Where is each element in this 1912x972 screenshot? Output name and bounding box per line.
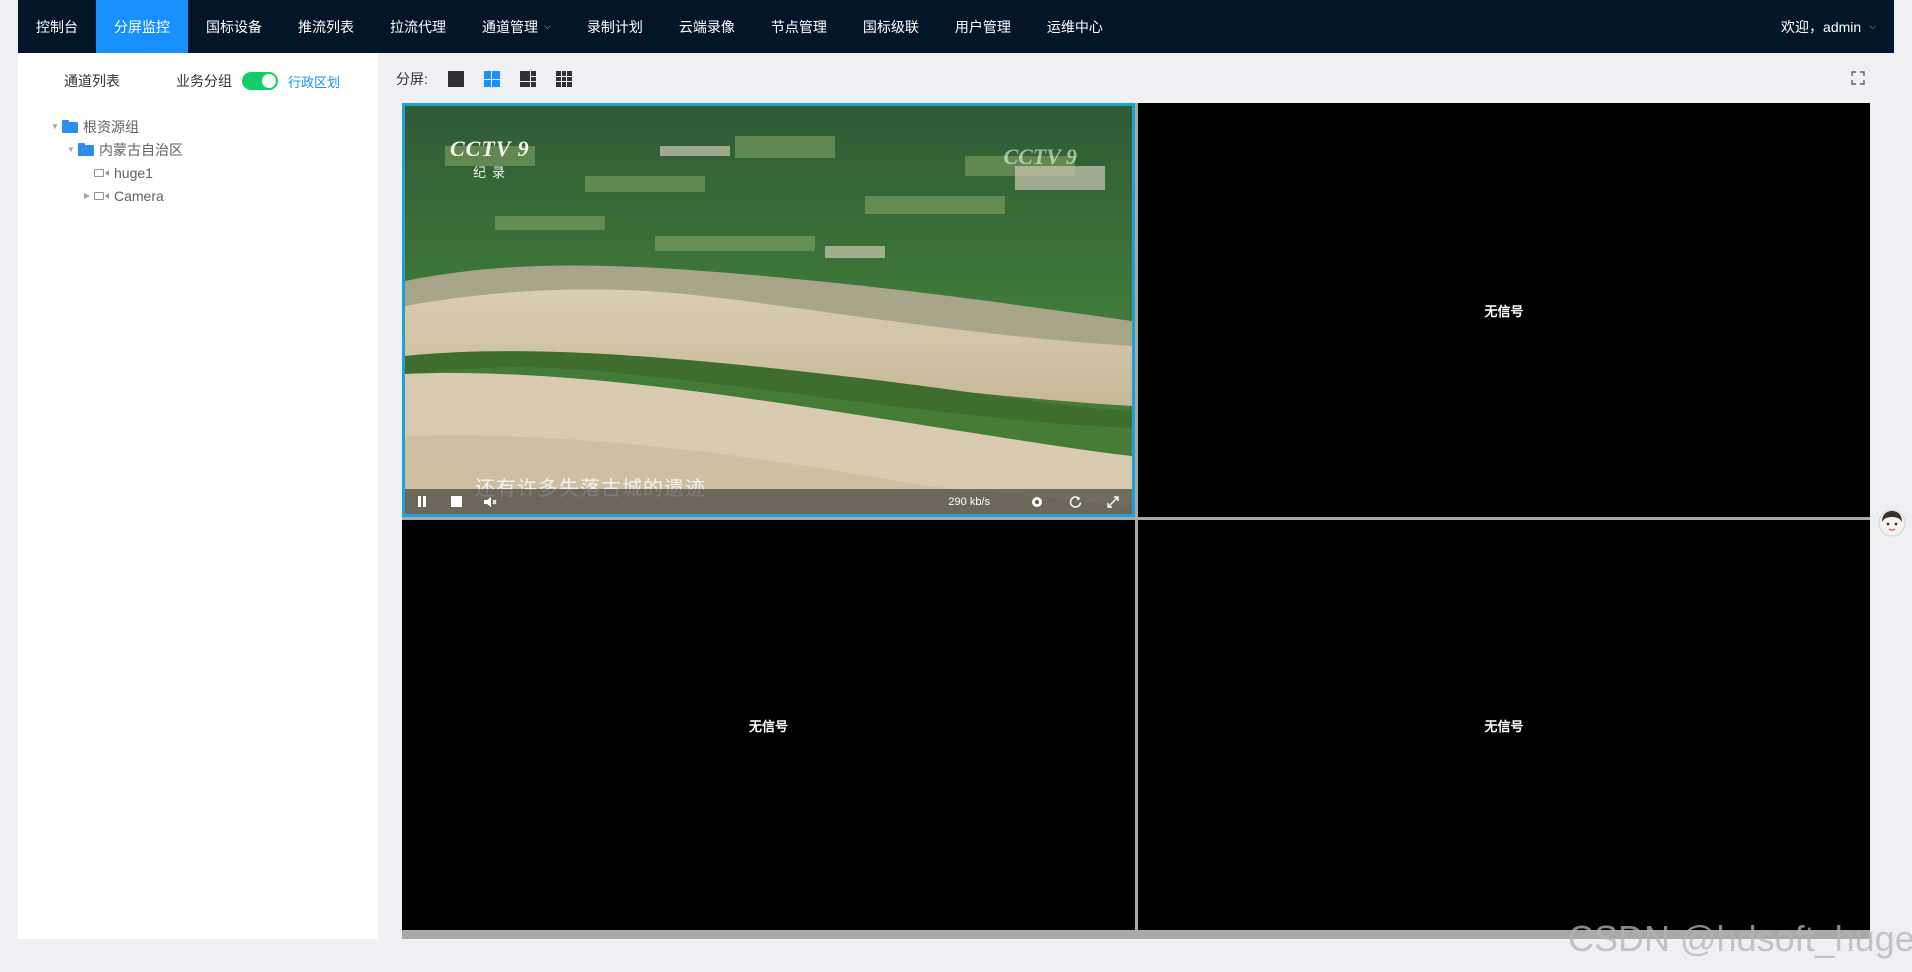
- fullscreen-icon[interactable]: [1850, 70, 1866, 86]
- channel-sidebar: 通道列表 业务分组 行政区划 ▼ 根资源组 ▼ 内蒙古自治区 ▶ huge1 ▶…: [18, 53, 378, 939]
- mute-icon[interactable]: [473, 489, 507, 514]
- caret-right-icon[interactable]: ▶: [80, 191, 94, 200]
- sidebar-header: 通道列表 业务分组 行政区划: [18, 53, 378, 109]
- nav-push-list[interactable]: 推流列表: [280, 0, 372, 53]
- snapshot-icon[interactable]: [1018, 489, 1056, 514]
- video-frame: CCTV 9 纪录 CCTV 9 还有许多失落古城的遗迹: [405, 106, 1132, 514]
- chevron-down-icon: ⌵: [1869, 21, 1876, 31]
- refresh-icon[interactable]: [1056, 489, 1094, 514]
- split-6-button[interactable]: [519, 71, 536, 87]
- nav-channel-manage-label: 通道管理: [482, 18, 538, 35]
- camera-icon: [94, 168, 109, 178]
- tree-node-root[interactable]: ▼ 根资源组: [18, 115, 378, 138]
- tree-node-huge1[interactable]: ▶ huge1: [18, 161, 378, 184]
- expand-icon[interactable]: [1094, 489, 1132, 514]
- group-mode-toggle[interactable]: [242, 72, 278, 90]
- bitrate-readout: 290 kb/s: [948, 495, 990, 508]
- top-navbar: 控制台 分屏监控 国标设备 推流列表 拉流代理 通道管理 ⌵ 录制计划 云端录像 …: [18, 0, 1894, 53]
- channel-logo-sub: 纪录: [473, 165, 512, 180]
- nav-pull-proxy[interactable]: 拉流代理: [372, 0, 464, 53]
- nav-gb-devices[interactable]: 国标设备: [188, 0, 280, 53]
- user-menu[interactable]: 欢迎，admin ⌵: [1763, 0, 1894, 53]
- tree-node-region[interactable]: ▼ 内蒙古自治区: [18, 138, 378, 161]
- nav-dashboard[interactable]: 控制台: [18, 0, 96, 53]
- nav-cloud-record[interactable]: 云端录像: [661, 0, 753, 53]
- player-cell-3[interactable]: 无信号: [402, 520, 1135, 930]
- nav-record-plan[interactable]: 录制计划: [569, 0, 661, 53]
- assistant-avatar[interactable]: [1877, 507, 1907, 539]
- no-signal-text: 无信号: [748, 718, 788, 734]
- split-label: 分屏:: [396, 71, 428, 87]
- camera-icon: [94, 191, 109, 201]
- folder-icon: [78, 143, 94, 156]
- player-cell-1[interactable]: CCTV 9 纪录 CCTV 9 还有许多失落古城的遗迹 290 kb/s: [402, 103, 1135, 517]
- caret-down-icon[interactable]: ▼: [64, 145, 78, 154]
- tree-node-label: Camera: [114, 187, 164, 204]
- caret-down-icon[interactable]: ▼: [48, 122, 62, 131]
- folder-icon: [62, 120, 78, 133]
- channel-list-title: 通道列表: [64, 73, 120, 89]
- split-1-button[interactable]: [447, 71, 464, 87]
- csdn-watermark: CSDN @hdsoft_huge: [1568, 918, 1912, 959]
- player-cell-2[interactable]: 无信号: [1138, 103, 1870, 517]
- player-controls: 290 kb/s: [405, 489, 1132, 514]
- no-signal-text: 无信号: [1484, 303, 1524, 319]
- nav-ops-center[interactable]: 运维中心: [1029, 0, 1121, 53]
- tree-node-label: 内蒙古自治区: [99, 141, 183, 158]
- pause-icon[interactable]: [405, 489, 439, 514]
- channel-logo-watermark: CCTV 9: [1003, 144, 1077, 169]
- tree-node-label: huge1: [114, 164, 153, 181]
- nav-user-manage[interactable]: 用户管理: [937, 0, 1029, 53]
- tree-node-camera[interactable]: ▶ Camera: [18, 184, 378, 207]
- welcome-text: 欢迎，admin: [1781, 18, 1862, 35]
- player-grid: CCTV 9 纪录 CCTV 9 还有许多失落古城的遗迹 290 kb/s: [402, 103, 1870, 939]
- toggle-knob: [262, 74, 276, 88]
- tree-node-label: 根资源组: [83, 118, 139, 135]
- chevron-down-icon: ⌵: [544, 21, 551, 31]
- nav-gb-cascade[interactable]: 国标级联: [845, 0, 937, 53]
- nav-split-monitor[interactable]: 分屏监控: [96, 0, 188, 53]
- no-signal-text: 无信号: [1484, 718, 1524, 734]
- region-label[interactable]: 行政区划: [288, 72, 340, 91]
- player-cell-4[interactable]: 无信号: [1138, 520, 1870, 930]
- nav-node-manage[interactable]: 节点管理: [753, 0, 845, 53]
- business-group-label[interactable]: 业务分组: [176, 71, 232, 91]
- nav-channel-manage[interactable]: 通道管理 ⌵: [464, 0, 569, 53]
- stop-icon[interactable]: [439, 489, 473, 514]
- channel-tree: ▼ 根资源组 ▼ 内蒙古自治区 ▶ huge1 ▶ Camera: [18, 109, 378, 207]
- channel-logo: CCTV 9: [450, 136, 530, 161]
- split-toolbar: 分屏:: [396, 64, 582, 94]
- split-4-button[interactable]: [483, 71, 500, 87]
- split-9-button[interactable]: [555, 71, 572, 87]
